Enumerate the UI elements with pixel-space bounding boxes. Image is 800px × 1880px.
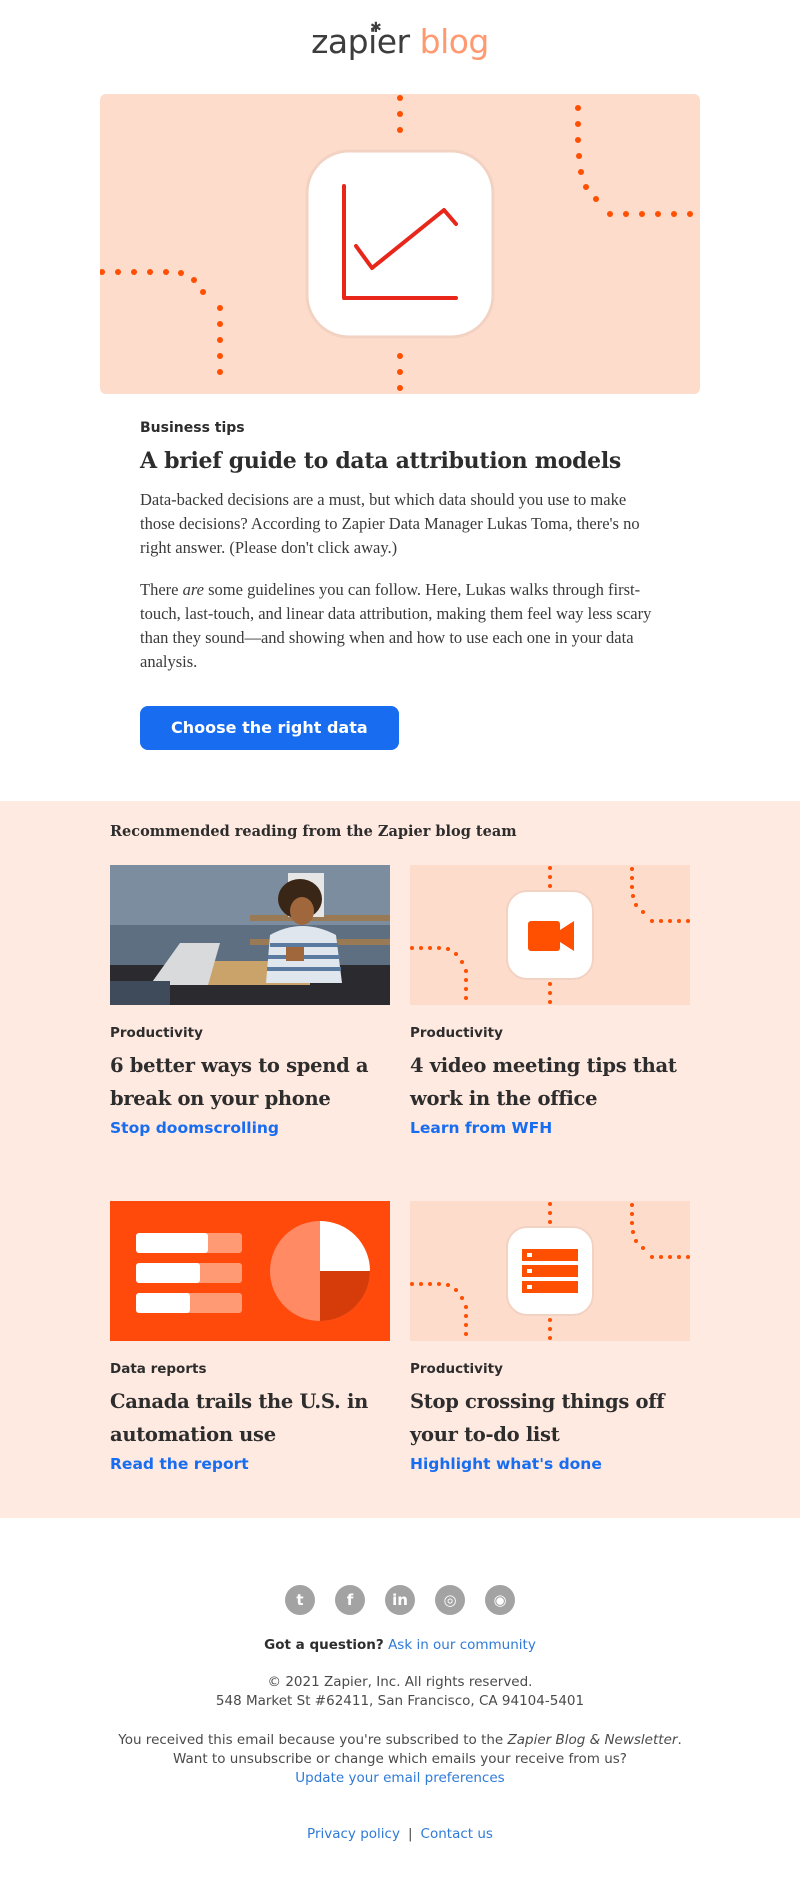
video-camera-icon bbox=[528, 921, 574, 951]
card-image-phone-photo[interactable] bbox=[110, 865, 390, 1005]
recommended-heading: Recommended reading from the Zapier blog… bbox=[110, 823, 517, 840]
logo-word-zapier: zapier bbox=[311, 22, 410, 61]
card-image-list[interactable] bbox=[410, 1201, 690, 1341]
article-paragraph-2: There are some guidelines you can follow… bbox=[140, 580, 652, 671]
list-icon bbox=[522, 1249, 578, 1293]
twitter-icon[interactable]: t bbox=[285, 1585, 315, 1615]
instagram-icon[interactable]: ◎ bbox=[435, 1585, 465, 1615]
question-line: Got a question? Ask in our community bbox=[0, 1637, 800, 1653]
address-text: 548 Market St #62411, San Francisco, CA … bbox=[215, 1693, 585, 1709]
card-category: Data reports bbox=[110, 1361, 207, 1377]
bar-and-pie-chart-graphic bbox=[110, 1201, 390, 1341]
article-category: Business tips bbox=[140, 420, 245, 436]
hero-illustration bbox=[100, 95, 693, 391]
card-link[interactable]: Learn from WFH bbox=[410, 1119, 690, 1137]
unsubscribe-question: Want to unsubscribe or change which emai… bbox=[173, 1751, 627, 1767]
recommended-card: Productivity 4 video meeting tips that w… bbox=[410, 865, 690, 1137]
card-link[interactable]: Stop doomscrolling bbox=[110, 1119, 390, 1137]
article-title[interactable]: A brief guide to data attribution models bbox=[140, 448, 660, 474]
recommended-card: Data reports Canada trails the U.S. in a… bbox=[110, 1201, 390, 1473]
video-camera-illustration bbox=[410, 865, 690, 1005]
person-using-phone-photo bbox=[110, 865, 390, 1005]
footer-links: Privacy policy | Contact us bbox=[0, 1826, 800, 1842]
question-text: Got a question? bbox=[264, 1637, 384, 1653]
card-category: Productivity bbox=[110, 1025, 203, 1041]
link-separator: | bbox=[407, 1826, 413, 1842]
social-links: t f in ◎ ◉ bbox=[0, 1585, 800, 1615]
card-link[interactable]: Highlight what's done bbox=[410, 1455, 690, 1473]
card-image-video-camera[interactable] bbox=[410, 865, 690, 1005]
card-title[interactable]: 4 video meeting tips that work in the of… bbox=[410, 1049, 690, 1115]
card-category: Productivity bbox=[410, 1361, 503, 1377]
community-link[interactable]: Ask in our community bbox=[388, 1637, 536, 1653]
card-title[interactable]: Stop crossing things off your to-do list bbox=[410, 1385, 690, 1451]
featured-article: Business tips A brief guide to data attr… bbox=[140, 420, 660, 750]
card-category: Productivity bbox=[410, 1025, 503, 1041]
hero-image[interactable] bbox=[100, 94, 700, 394]
zapier-asterisk-icon: ✱ bbox=[370, 20, 382, 36]
facebook-icon[interactable]: f bbox=[335, 1585, 365, 1615]
footer: t f in ◎ ◉ Got a question? Ask in our co… bbox=[0, 1585, 800, 1842]
subscription-text: You received this email because you're s… bbox=[118, 1732, 682, 1748]
card-title[interactable]: Canada trails the U.S. in automation use bbox=[110, 1385, 390, 1451]
choose-data-button[interactable]: Choose the right data bbox=[140, 706, 399, 750]
recommended-section: Recommended reading from the Zapier blog… bbox=[0, 801, 800, 1518]
card-image-charts[interactable] bbox=[110, 1201, 390, 1341]
copyright-text: © 2021 Zapier, Inc. All rights reserved. bbox=[267, 1674, 533, 1690]
recommended-card: Productivity 6 better ways to spend a br… bbox=[110, 865, 390, 1137]
linkedin-icon[interactable]: in bbox=[385, 1585, 415, 1615]
logo-word-blog: blog bbox=[419, 22, 490, 61]
list-illustration bbox=[410, 1201, 690, 1341]
card-link[interactable]: Read the report bbox=[110, 1455, 390, 1473]
recommended-card: Productivity Stop crossing things off yo… bbox=[410, 1201, 690, 1473]
card-title[interactable]: 6 better ways to spend a break on your p… bbox=[110, 1049, 390, 1115]
email-preferences-link[interactable]: Update your email preferences bbox=[295, 1770, 504, 1786]
rss-icon[interactable]: ◉ bbox=[485, 1585, 515, 1615]
subscription-notice: You received this email because you're s… bbox=[0, 1731, 800, 1788]
article-paragraph-1: Data-backed decisions are a must, but wh… bbox=[140, 490, 640, 557]
zapier-blog-logo[interactable]: ✱ zapier blog bbox=[0, 20, 800, 61]
contact-us-link[interactable]: Contact us bbox=[421, 1826, 493, 1842]
privacy-policy-link[interactable]: Privacy policy bbox=[307, 1826, 400, 1842]
legal-block: © 2021 Zapier, Inc. All rights reserved.… bbox=[0, 1673, 800, 1711]
